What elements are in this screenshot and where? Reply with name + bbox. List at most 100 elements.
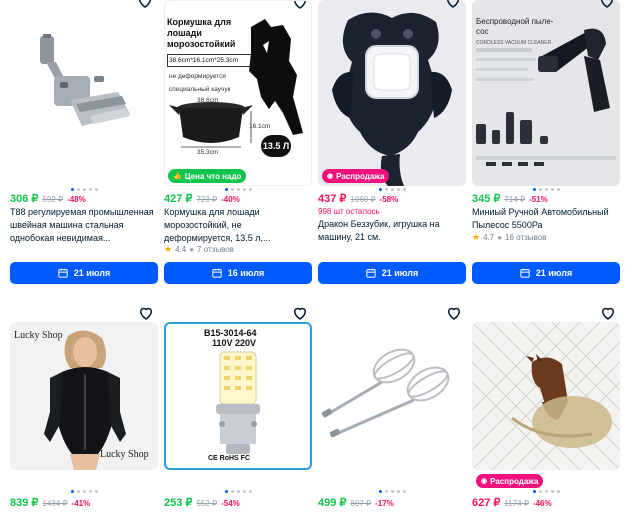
product-image[interactable] [318, 322, 466, 470]
discount: -46% [532, 499, 552, 508]
rating-value: 4.4 [175, 245, 187, 254]
price-row: 499 ₽ 607 ₽ -17% [318, 496, 468, 510]
favorite-heart-icon[interactable] [445, 304, 463, 322]
favorite-heart-icon[interactable] [291, 304, 309, 322]
product-card[interactable]: Беспроводной пыле-сос CORDLESS VACUUM CL… [472, 0, 620, 290]
delivery-button[interactable]: 21 июля [318, 262, 466, 284]
calendar-icon [366, 268, 376, 278]
delivery-date: 21 июля [381, 268, 419, 278]
led-bulb-image [216, 351, 260, 454]
product-card[interactable]: Lucky Shop Lucky Shop 839 ₽ 1434 ₽ -41% [10, 322, 158, 519]
discount: -48% [67, 195, 86, 204]
reviews-count[interactable]: 16 отзывов [505, 233, 546, 242]
favorite-heart-icon[interactable] [136, 0, 154, 10]
product-image[interactable] [472, 322, 620, 470]
star-icon: ★ [472, 232, 481, 242]
delivery-date: 21 июля [73, 268, 111, 278]
price-badge: 👍 Цена что надо [168, 169, 247, 183]
image-pager [472, 490, 620, 494]
old-price: 1434 ₽ [42, 499, 68, 508]
sale-icon: ◉ [327, 173, 334, 180]
product-card[interactable]: B15-3014-64 110V 220V CE RoHS FC 253 ₽ 5… [164, 322, 312, 519]
delivery-button[interactable]: 16 июля [164, 262, 312, 284]
product-image[interactable] [318, 0, 466, 186]
product-card[interactable]: Кормушка для лошади морозостойкий 38.6cm… [164, 0, 312, 290]
price-row: 345 ₽ 714 ₽ -51% [472, 192, 622, 206]
favorite-heart-icon[interactable] [598, 0, 616, 10]
discount: -17% [375, 499, 394, 508]
product-image[interactable]: Кормушка для лошади морозостойкий 38.6cm… [164, 0, 312, 186]
favorite-heart-icon[interactable] [291, 1, 309, 11]
product-title[interactable]: T88 регулируемая промышленная швейная ма… [10, 206, 158, 245]
vacuum-image [476, 28, 616, 166]
product-title[interactable]: Дракон Беззубик, игрушка на машину, 21 с… [318, 218, 466, 245]
price: 345 ₽ [472, 193, 501, 205]
price: 627 ₽ [472, 497, 501, 509]
product-image[interactable]: B15-3014-64 110V 220V CE RoHS FC [164, 322, 312, 470]
product-card[interactable]: ◉ Распродажа 437 ₽ 1060 ₽ -58% 998 шт ос… [318, 0, 466, 290]
dragon-toy-image [332, 12, 452, 186]
old-price: 592 ₽ [42, 195, 64, 204]
delivery-date: 21 июля [535, 268, 573, 278]
sale-badge: ◉ Распродажа [322, 169, 390, 183]
favorite-heart-icon[interactable] [444, 0, 462, 10]
product-title[interactable]: Кормушка для лошади морозостойкий, не де… [164, 206, 312, 245]
product-card[interactable]: 306 ₽ 592 ₽ -48% T88 регулируемая промыш… [10, 0, 158, 290]
star-icon: ★ [164, 244, 173, 254]
rating-value: 4.7 [483, 233, 495, 242]
calendar-icon [520, 268, 530, 278]
price-row: 627 ₽ 1174 ₽ -46% [472, 496, 622, 510]
price: 253 ₽ [164, 497, 193, 509]
comment-icon: ● [189, 245, 195, 254]
delivery-button[interactable]: 21 июля [472, 262, 620, 284]
presser-foot-image [40, 34, 130, 126]
cert-icons: CE RoHS FC [208, 455, 250, 462]
price: 499 ₽ [318, 497, 347, 509]
rating: ★ 4.7 ● 16 отзывов [472, 232, 546, 243]
stock-left: 998 шт осталось [318, 207, 380, 216]
old-price: 714 ₽ [504, 195, 526, 204]
old-price: 1060 ₽ [350, 195, 376, 204]
product-title[interactable]: Миниый Ручной Автомобильный Пылесос 5500… [472, 206, 620, 232]
product-card[interactable]: 499 ₽ 607 ₽ -17% [318, 322, 466, 519]
delivery-date: 16 июля [227, 268, 265, 278]
bodysuit-image [44, 330, 126, 470]
product-image[interactable]: Беспроводной пыле-сос CORDLESS VACUUM CL… [472, 0, 620, 186]
comment-icon: ● [497, 233, 503, 242]
reviews-count[interactable]: 7 отзывов [197, 245, 234, 254]
sale-badge: ◉ Распродажа [476, 474, 544, 488]
mixer-beaters-image [321, 348, 450, 438]
calendar-icon [58, 268, 68, 278]
product-image[interactable]: Lucky Shop Lucky Shop [10, 322, 158, 470]
old-price: 552 ₽ [196, 499, 218, 508]
calendar-icon [212, 268, 222, 278]
favorite-heart-icon[interactable] [137, 304, 155, 322]
price-row: 306 ₽ 592 ₽ -48% [10, 192, 160, 206]
delivery-button[interactable]: 21 июля [10, 262, 158, 284]
price: 839 ₽ [10, 497, 39, 509]
discount: -40% [221, 195, 240, 204]
old-price: 1174 ₽ [504, 499, 529, 508]
discount: -51% [529, 195, 548, 204]
price-row: 839 ₽ 1434 ₽ -41% [10, 496, 160, 510]
image-pager [10, 490, 158, 494]
old-price: 607 ₽ [350, 499, 372, 508]
price-row: 437 ₽ 1060 ₽ -58% [318, 192, 468, 206]
rating: ★ 4.4 ● 7 отзывов [164, 244, 234, 255]
feeder-image [169, 19, 303, 148]
image-pager [164, 490, 312, 494]
discount: -41% [71, 499, 91, 508]
image-pager [318, 490, 466, 494]
sale-icon: ◉ [481, 478, 488, 485]
favorite-heart-icon[interactable] [599, 304, 617, 322]
discount: -54% [221, 499, 240, 508]
product-image[interactable] [10, 0, 158, 186]
price: 437 ₽ [318, 193, 347, 205]
volume-circle: 13.5 Л [261, 135, 291, 157]
price: 427 ₽ [164, 193, 193, 205]
product-card[interactable]: ◉ Распродажа 627 ₽ 1174 ₽ -46% [472, 322, 620, 519]
old-price: 723 ₽ [196, 195, 218, 204]
price-row: 427 ₽ 723 ₽ -40% [164, 192, 314, 206]
discount: -58% [379, 195, 399, 204]
price: 306 ₽ [10, 193, 39, 205]
